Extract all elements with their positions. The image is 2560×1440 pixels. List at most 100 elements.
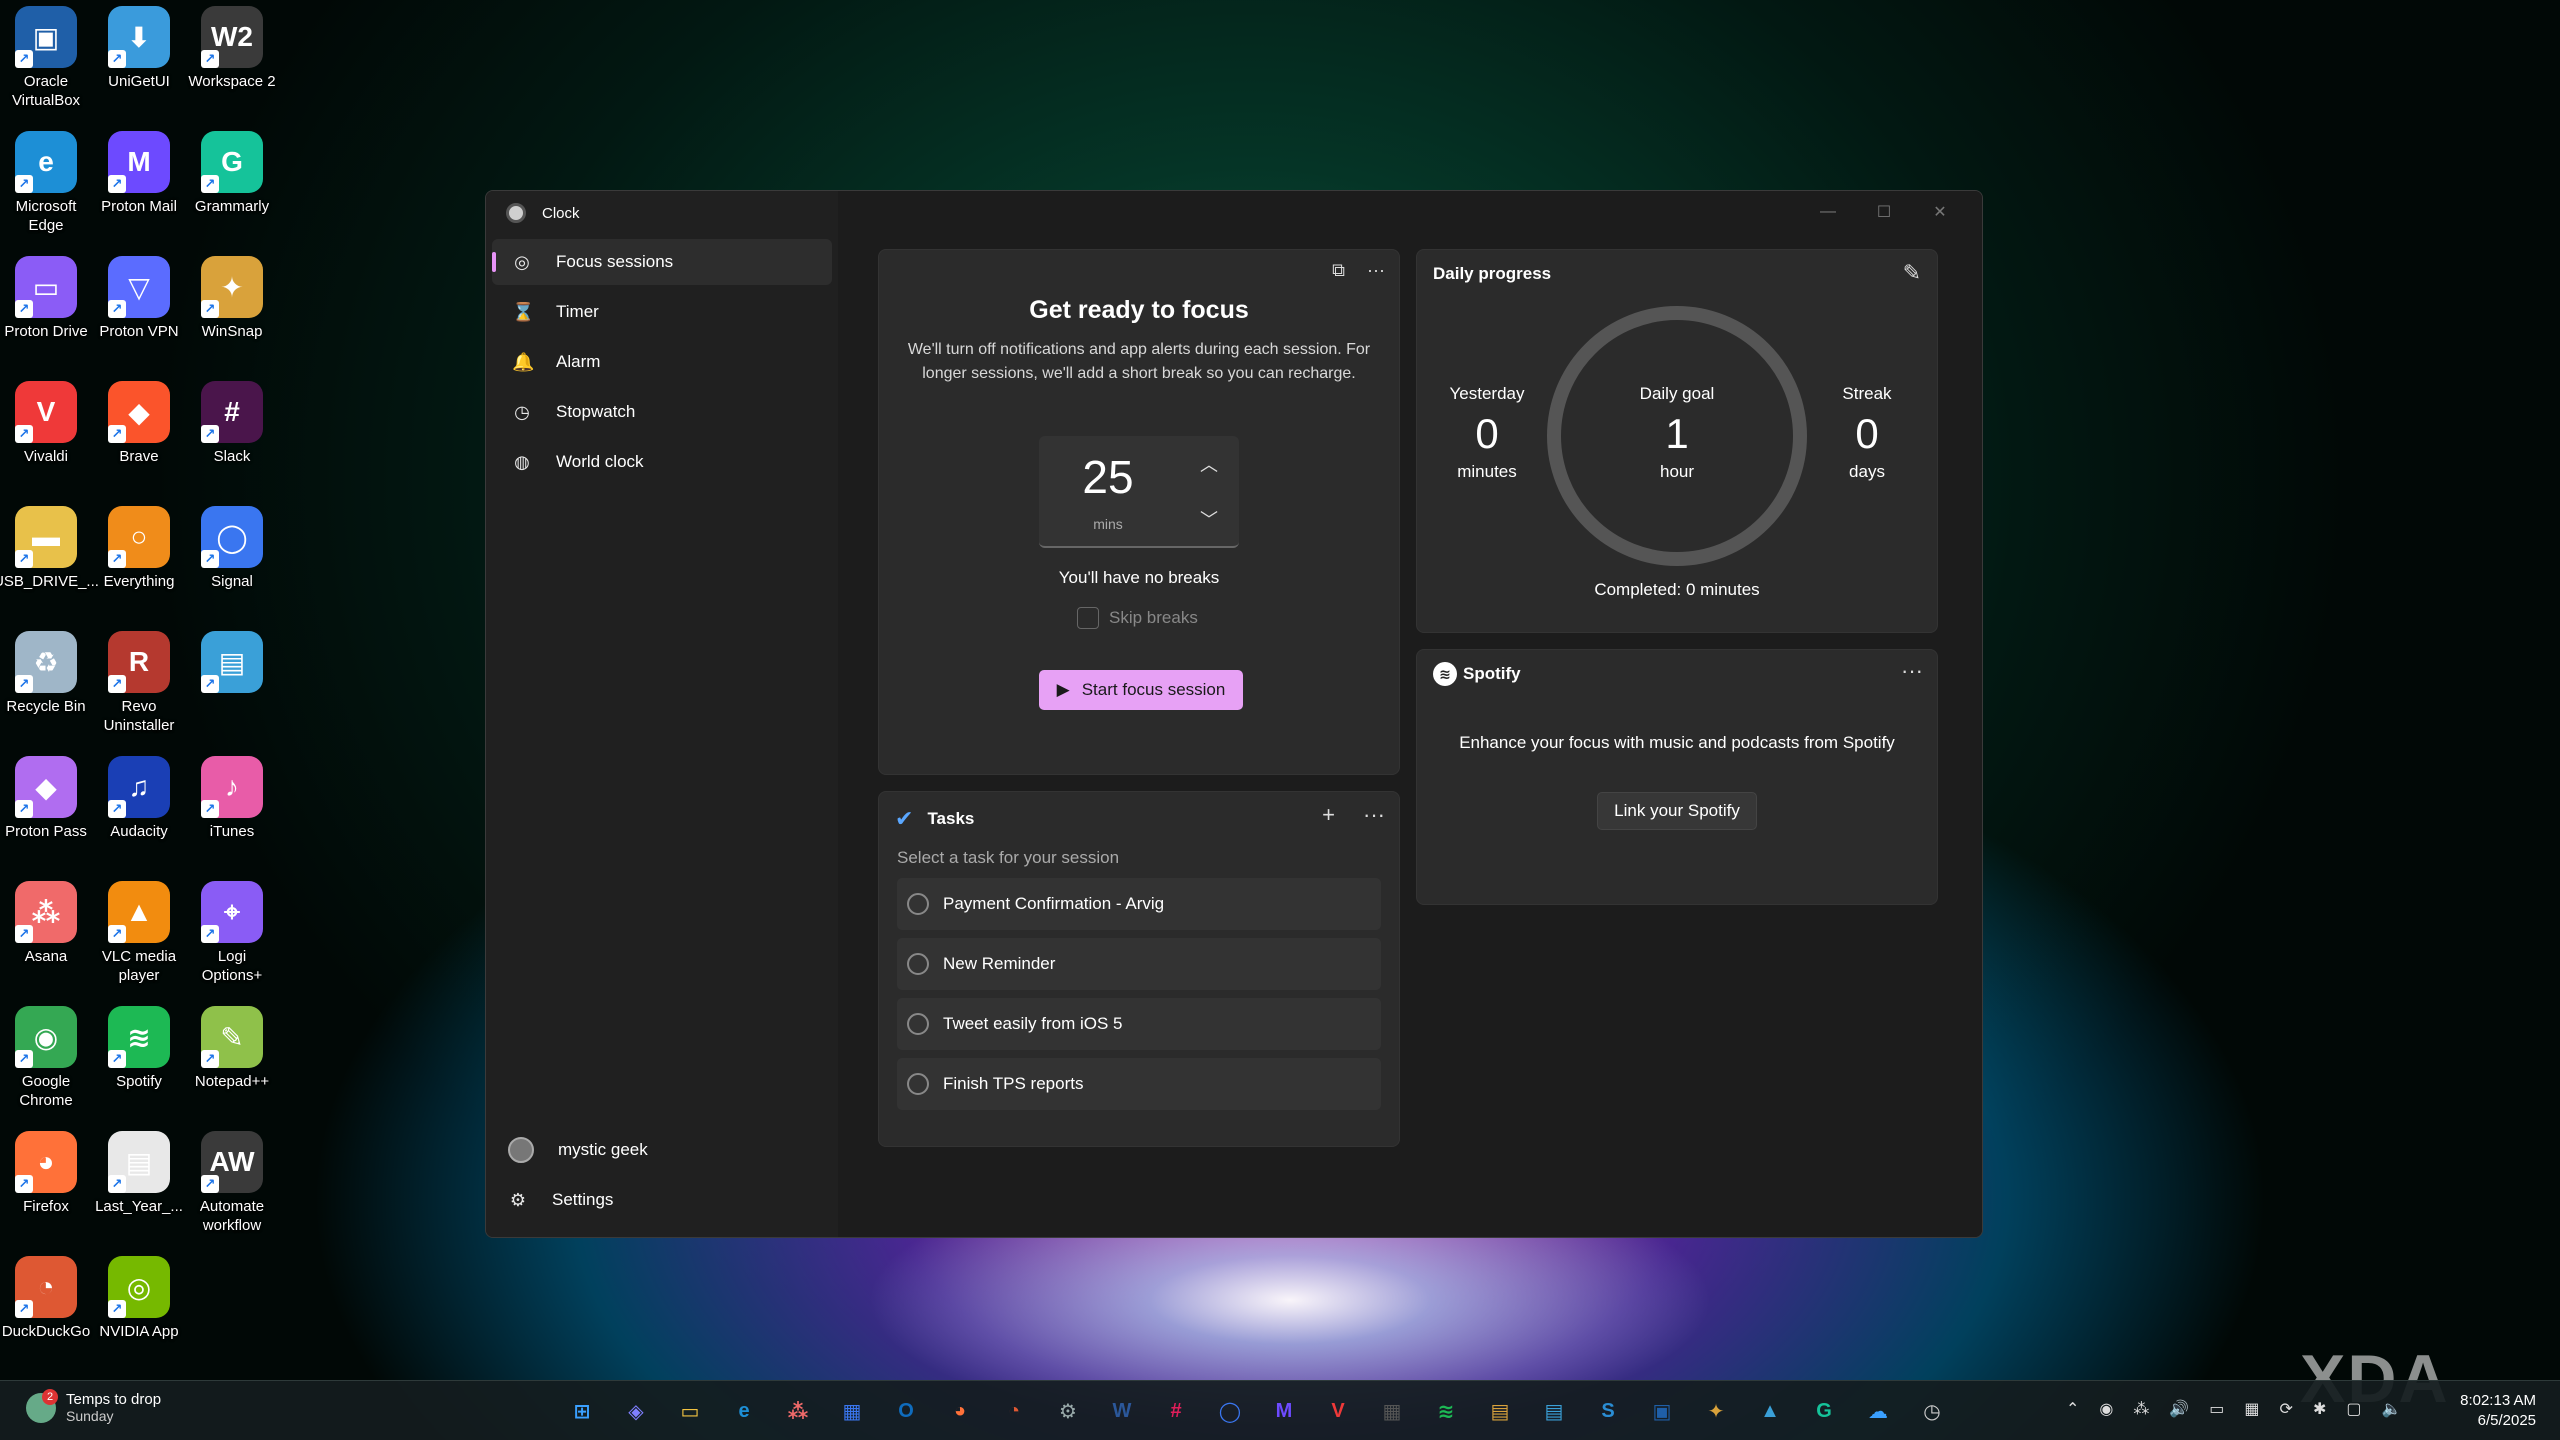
taskbar-spotify-icon[interactable]: ≋ [1426,1391,1466,1431]
settings-nav[interactable]: ⚙ Settings [492,1177,832,1223]
taskbar-notepad-icon[interactable]: ▤ [1534,1391,1574,1431]
desktop-icon-automate-workflow[interactable]: AW ↗ Automate workflow [186,1131,278,1235]
taskbar-winsnap-icon[interactable]: ✦ [1696,1391,1736,1431]
desktop-icon-firefox[interactable]: ◕ ↗ Firefox [0,1131,92,1216]
desktop-icon-revo-uninstaller[interactable]: R ↗ Revo Uninstaller [93,631,185,735]
taskbar-store-icon[interactable]: ▦ [832,1391,872,1431]
desktop-icon-vlc-media-player[interactable]: ▲ ↗ VLC media player [93,881,185,985]
taskbar-copilot-icon[interactable]: ◈ [616,1391,656,1431]
taskbar-clock[interactable]: 8:02:13 AM 6/5/2025 [2460,1391,2536,1431]
desktop-icon-proton-vpn[interactable]: ▽ ↗ Proton VPN [93,256,185,341]
desktop-icon-audacity[interactable]: ♫ ↗ Audacity [93,756,185,841]
nav-stopwatch[interactable]: ◷ Stopwatch [492,389,832,435]
tray-icon[interactable]: ⌃ [2066,1399,2079,1419]
desktop-icon-vivaldi[interactable]: V ↗ Vivaldi [0,381,92,466]
user-account[interactable]: mystic geek [492,1127,832,1173]
desktop-icon-last-year[interactable]: ▤ ↗ Last_Year_... [93,1131,185,1216]
taskbar-virtualbox-icon[interactable]: ▣ [1642,1391,1682,1431]
task-radio[interactable] [907,893,929,915]
taskbar-grammarly-icon[interactable]: G [1804,1391,1844,1431]
desktop-icon-duckduckgo[interactable]: ◔ ↗ DuckDuckGo [0,1256,92,1341]
taskbar-word-icon[interactable]: W [1102,1391,1142,1431]
desktop-icon-workspace-2[interactable]: W2 ↗ Workspace 2 [186,6,278,91]
compact-overlay-icon[interactable]: ⧉ [1332,260,1345,281]
taskbar-onedrive-icon[interactable]: ☁ [1858,1391,1898,1431]
taskbar-clock-icon[interactable]: ◷ [1912,1391,1952,1431]
desktop-icon-recycle-bin[interactable]: ♻ ↗ Recycle Bin [0,631,92,716]
taskbar-signal-icon[interactable]: ◯ [1210,1391,1250,1431]
taskbar-edge-icon[interactable]: e [724,1391,764,1431]
desktop-icon-unigetui[interactable]: ⬇ ↗ UniGetUI [93,6,185,91]
taskbar-vivaldi-icon[interactable]: V [1318,1391,1358,1431]
start-focus-button[interactable]: ▶ Start focus session [1039,670,1243,710]
nav-focus-sessions[interactable]: ◎ Focus sessions [492,239,832,285]
task-item[interactable]: New Reminder [897,938,1381,990]
link-spotify-button[interactable]: Link your Spotify [1597,792,1757,830]
desktop-icon-everything[interactable]: ○ ↗ Everything [93,506,185,591]
desktop-icon-slack[interactable]: # ↗ Slack [186,381,278,466]
desktop-icon-winsnap[interactable]: ✦ ↗ WinSnap [186,256,278,341]
taskbar-start-icon[interactable]: ⊞ [562,1391,602,1431]
desktop-icon-spotify[interactable]: ≋ ↗ Spotify [93,1006,185,1091]
tray-icon[interactable]: 🔈 [2381,1399,2401,1419]
taskbar-asana-icon[interactable]: ⁂ [778,1391,818,1431]
taskbar-duckduckgo-icon[interactable]: ◔ [994,1391,1034,1431]
taskbar-proton-mail-icon[interactable]: M [1264,1391,1304,1431]
maximize-button[interactable]: ☐ [1856,197,1912,227]
skip-breaks-checkbox[interactable]: Skip breaks [1077,607,1198,629]
tray-icon[interactable]: ▦ [2244,1399,2259,1419]
taskbar-calculator-icon[interactable]: ▦ [1372,1391,1412,1431]
task-item[interactable]: Payment Confirmation - Arvig [897,878,1381,930]
taskbar-app-icon[interactable]: ▤ [1480,1391,1520,1431]
taskbar-photos-icon[interactable]: ▲ [1750,1391,1790,1431]
desktop-icon-proton-drive[interactable]: ▭ ↗ Proton Drive [0,256,92,341]
tray-icon[interactable]: ◉ [2099,1399,2113,1419]
desktop-icon-blank[interactable]: ▤ ↗ [186,631,278,697]
nav-alarm[interactable]: 🔔 Alarm [492,339,832,385]
desktop-icon-microsoft-edge[interactable]: e ↗ Microsoft Edge [0,131,92,235]
more-options-icon[interactable]: ··· [1901,658,1923,684]
task-item[interactable]: Tweet easily from iOS 5 [897,998,1381,1050]
desktop-icon-signal[interactable]: ◯ ↗ Signal [186,506,278,591]
taskbar-firefox-icon[interactable]: ◕ [940,1391,980,1431]
weather-widget[interactable]: 2 Temps to drop Sunday [26,1388,161,1424]
task-item[interactable]: Finish TPS reports [897,1058,1381,1110]
tray-icon[interactable]: ▭ [2209,1399,2224,1419]
desktop-icon-asana[interactable]: ⁂ ↗ Asana [0,881,92,966]
desktop-icon-proton-pass[interactable]: ◆ ↗ Proton Pass [0,756,92,841]
more-options-icon[interactable]: ··· [1363,802,1385,828]
tray-icon[interactable]: ⟳ [2280,1399,2293,1419]
taskbar-sway-icon[interactable]: S [1588,1391,1628,1431]
desktop-icon-google-chrome[interactable]: ◉ ↗ Google Chrome [0,1006,92,1110]
edit-icon[interactable]: ✎ [1903,260,1921,286]
desktop-icon-nvidia-app[interactable]: ◎ ↗ NVIDIA App [93,1256,185,1341]
desktop-icon-usb-drive[interactable]: ▬ ↗ USB_DRIVE_... [0,506,99,591]
add-task-icon[interactable]: + [1322,802,1335,828]
taskbar-slack-icon[interactable]: # [1156,1391,1196,1431]
tray-icon[interactable]: 🔊 [2169,1399,2189,1419]
desktop-icon-proton-mail[interactable]: M ↗ Proton Mail [93,131,185,216]
desktop-icon-grammarly[interactable]: G ↗ Grammarly [186,131,278,216]
task-radio[interactable] [907,953,929,975]
nav-world-clock[interactable]: ◍ World clock [492,439,832,485]
nav-timer[interactable]: ⌛ Timer [492,289,832,335]
taskbar-outlook-icon[interactable]: O [886,1391,926,1431]
close-button[interactable]: ✕ [1912,197,1968,227]
tray-icon[interactable]: ▢ [2346,1399,2361,1419]
desktop-icon-notepad[interactable]: ✎ ↗ Notepad++ [186,1006,278,1091]
more-options-icon[interactable]: ··· [1367,260,1385,281]
chevron-up-icon[interactable]: ︿ [1179,436,1239,491]
desktop-icon-brave[interactable]: ◆ ↗ Brave [93,381,185,466]
task-radio[interactable] [907,1013,929,1035]
tray-icon[interactable]: ✱ [2313,1399,2326,1419]
taskbar-settings-icon[interactable]: ⚙ [1048,1391,1088,1431]
task-radio[interactable] [907,1073,929,1095]
desktop-icon-logi-options[interactable]: ⌖ ↗ Logi Options+ [186,881,278,985]
minimize-button[interactable]: — [1800,197,1856,227]
duration-picker[interactable]: 25 mins ︿ ﹀ [1039,436,1239,548]
desktop-icon-oracle-virtualbox[interactable]: ▣ ↗ Oracle VirtualBox [0,6,92,110]
taskbar-file-explorer-icon[interactable]: ▭ [670,1391,710,1431]
tray-icon[interactable]: ⁂ [2133,1399,2149,1419]
desktop-icon-itunes[interactable]: ♪ ↗ iTunes [186,756,278,841]
chevron-down-icon[interactable]: ﹀ [1179,491,1239,546]
